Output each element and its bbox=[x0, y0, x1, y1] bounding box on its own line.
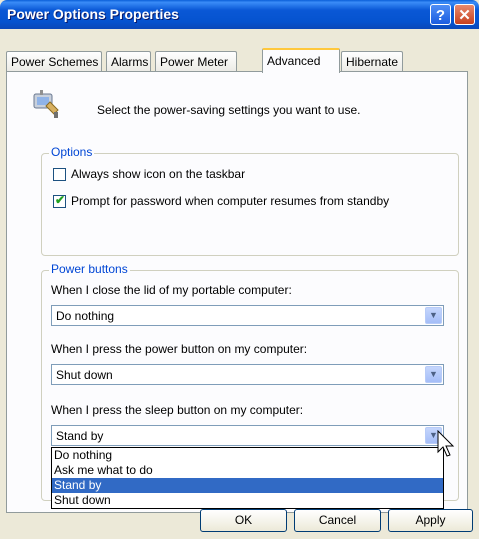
power-buttons-group-label: Power buttons bbox=[49, 262, 130, 276]
intro-text: Select the power-saving settings you wan… bbox=[97, 103, 361, 117]
lid-action-value: Do nothing bbox=[56, 309, 115, 323]
sleep-action-dropdown-list: Do nothing Ask me what to do Stand by Sh… bbox=[51, 447, 444, 509]
tab-alarms[interactable]: Alarms bbox=[106, 51, 151, 71]
help-button[interactable]: ? bbox=[430, 4, 451, 25]
prompt-password-label[interactable]: Prompt for password when computer resume… bbox=[71, 194, 389, 208]
show-icon-label[interactable]: Always show icon on the taskbar bbox=[71, 167, 245, 181]
chevron-down-icon[interactable]: ▼ bbox=[425, 307, 442, 324]
dropdown-option-shut-down[interactable]: Shut down bbox=[52, 493, 443, 508]
checkmark-icon: ✔ bbox=[55, 193, 66, 207]
sleep-button-action-select[interactable]: Stand by ▼ bbox=[51, 425, 444, 446]
prompt-password-checkbox[interactable]: ✔ bbox=[53, 193, 66, 208]
tab-power-meter[interactable]: Power Meter bbox=[155, 51, 237, 71]
lid-action-select[interactable]: Do nothing ▼ bbox=[51, 305, 444, 326]
tab-hibernate[interactable]: Hibernate bbox=[341, 51, 403, 71]
window-title: Power Options Properties bbox=[7, 6, 179, 22]
title-bar[interactable]: Power Options Properties ? ✕ bbox=[0, 0, 479, 29]
apply-button[interactable]: Apply bbox=[388, 509, 473, 532]
tab-advanced[interactable]: Advanced bbox=[262, 48, 340, 73]
sleep-button-label: When I press the sleep button on my comp… bbox=[51, 403, 304, 417]
dropdown-option-ask-me[interactable]: Ask me what to do bbox=[52, 463, 443, 478]
cancel-button[interactable]: Cancel bbox=[294, 509, 381, 532]
power-button-label: When I press the power button on my comp… bbox=[51, 342, 308, 356]
power-button-action-select[interactable]: Shut down ▼ bbox=[51, 364, 444, 385]
dropdown-option-do-nothing[interactable]: Do nothing bbox=[52, 448, 443, 463]
chevron-down-icon[interactable]: ▼ bbox=[425, 366, 442, 383]
power-options-window: Power Options Properties ? ✕ Power Schem… bbox=[0, 0, 479, 539]
ok-button[interactable]: OK bbox=[200, 509, 287, 532]
close-button[interactable]: ✕ bbox=[454, 4, 475, 25]
show-icon-checkbox[interactable] bbox=[53, 168, 66, 181]
lid-label: When I close the lid of my portable comp… bbox=[51, 283, 292, 297]
sleep-button-action-value: Stand by bbox=[56, 429, 104, 443]
mouse-cursor-icon bbox=[437, 430, 455, 457]
tab-power-schemes[interactable]: Power Schemes bbox=[6, 51, 102, 71]
power-plug-icon bbox=[33, 90, 59, 118]
power-button-action-value: Shut down bbox=[56, 368, 113, 382]
options-group-label: Options bbox=[49, 145, 95, 159]
dropdown-option-stand-by[interactable]: Stand by bbox=[52, 478, 443, 493]
